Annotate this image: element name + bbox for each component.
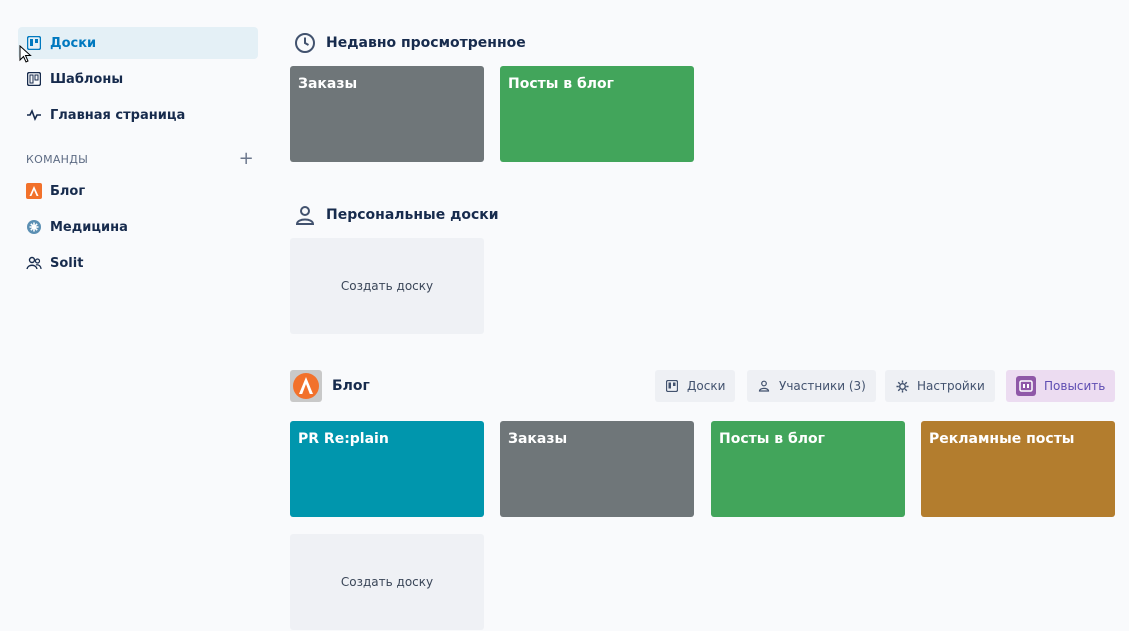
- board-tile-blog-posts-recent[interactable]: Посты в блог: [500, 66, 694, 162]
- board-title: PR Re:plain: [298, 431, 389, 447]
- sidebar-item-label: Доски: [50, 35, 97, 51]
- team-settings-label: Настройки: [917, 379, 985, 393]
- medicine-icon: [26, 219, 42, 235]
- create-board-button-personal[interactable]: Создать доску: [290, 238, 484, 334]
- sidebar-item-templates[interactable]: Шаблоны: [18, 63, 258, 95]
- recent-title: Недавно просмотренное: [326, 35, 526, 51]
- team-members-button[interactable]: Участники (3): [747, 370, 876, 402]
- add-team-button[interactable]: +: [239, 150, 254, 168]
- create-board-button-team[interactable]: Создать доску: [290, 534, 484, 630]
- team-label: Медицина: [50, 219, 128, 235]
- team-members-label: Участники (3): [779, 379, 866, 393]
- solit-icon: [26, 255, 42, 271]
- sidebar-team-medicine[interactable]: Медицина: [18, 211, 258, 243]
- team-settings-button[interactable]: Настройки: [885, 370, 995, 402]
- personal-section-title: Персональные доски: [294, 204, 499, 226]
- sidebar-item-label: Шаблоны: [50, 71, 124, 87]
- sidebar-item-home[interactable]: Главная страница: [18, 99, 258, 131]
- team-blog-section-title: Блог: [290, 370, 370, 402]
- team-blog-title: Блог: [332, 378, 370, 394]
- board-tile-blog-posts[interactable]: Посты в блог: [711, 421, 905, 517]
- boards-icon: [665, 379, 679, 393]
- board-title: Рекламные посты: [929, 431, 1075, 447]
- teams-header: КОМАНДЫ +: [18, 143, 258, 175]
- sidebar-team-blog[interactable]: Блог: [18, 175, 258, 207]
- team-upgrade-button[interactable]: Повысить: [1006, 370, 1116, 402]
- teams-header-label: КОМАНДЫ: [26, 152, 89, 166]
- board-title: Заказы: [508, 431, 568, 447]
- board-tile-orders-recent[interactable]: Заказы: [290, 66, 484, 162]
- board-tile-ad-posts[interactable]: Рекламные посты: [921, 421, 1115, 517]
- personal-title: Персональные доски: [326, 207, 499, 223]
- sidebar-team-solit[interactable]: Solit: [18, 247, 258, 279]
- board-title: Заказы: [298, 76, 358, 92]
- sidebar: Доски Шаблоны Главная страница КОМАНДЫ +…: [18, 27, 258, 283]
- sidebar-item-boards[interactable]: Доски: [18, 27, 258, 59]
- templates-icon: [26, 71, 42, 87]
- person-icon: [757, 379, 771, 393]
- person-icon: [294, 204, 316, 226]
- board-title: Посты в блог: [719, 431, 825, 447]
- upgrade-icon: [1016, 376, 1036, 396]
- create-board-label: Создать доску: [340, 575, 434, 589]
- app-root: Доски Шаблоны Главная страница КОМАНДЫ +…: [0, 0, 1129, 631]
- team-upgrade-label: Повысить: [1044, 379, 1106, 393]
- blog-logo-icon: [26, 183, 42, 199]
- sidebar-item-label: Главная страница: [50, 107, 186, 123]
- team-label: Solit: [50, 255, 84, 271]
- board-tile-pr-replain[interactable]: PR Re:plain: [290, 421, 484, 517]
- team-boards-label: Доски: [687, 379, 726, 393]
- team-label: Блог: [50, 183, 86, 199]
- activity-icon: [26, 107, 42, 123]
- clock-icon: [294, 32, 316, 54]
- recent-section-title: Недавно просмотренное: [294, 32, 526, 54]
- board-tile-orders[interactable]: Заказы: [500, 421, 694, 517]
- team-boards-button[interactable]: Доски: [655, 370, 736, 402]
- mouse-cursor-icon: [19, 45, 32, 63]
- board-title: Посты в блог: [508, 76, 614, 92]
- gear-icon: [895, 379, 909, 393]
- create-board-label: Создать доску: [340, 279, 434, 293]
- blog-logo-icon: [290, 370, 322, 402]
